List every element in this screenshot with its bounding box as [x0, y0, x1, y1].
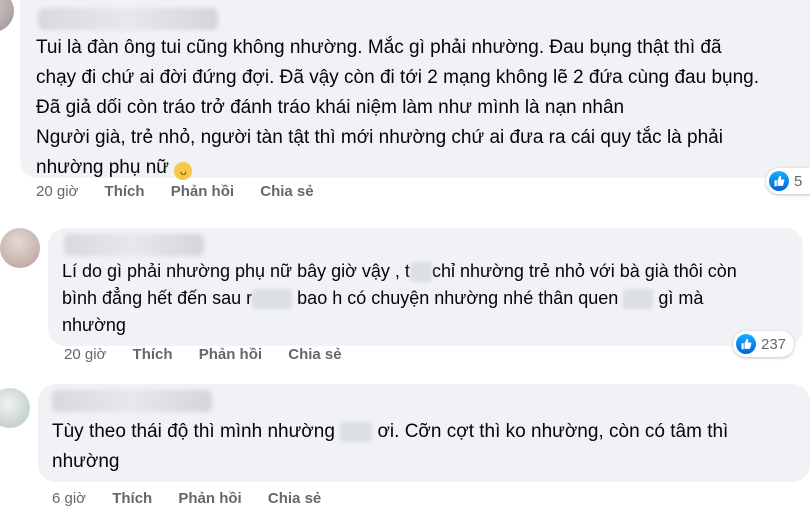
comment-2: Lí do gì phải nhường phụ nữ bây giờ vậy … [0, 220, 810, 370]
redacted-word [409, 262, 432, 283]
comment-actions: 20 giờ Thích Phản hồi Chia sẻ [64, 346, 364, 363]
comment-text: Lí do gì phải nhường phụ nữ bây giờ vậy … [62, 261, 737, 335]
timestamp[interactable]: 20 giờ [36, 183, 78, 200]
reaction-count[interactable]: 237 [733, 331, 795, 357]
comment-3: Tùy theo thái độ thì mình nhường ơi. Cỡn… [0, 380, 810, 510]
author-name-redacted[interactable] [52, 390, 212, 412]
like-button[interactable]: Thích [133, 346, 173, 363]
comment-1: Tui là đàn ông tui cũng không nhường. Mắ… [0, 0, 810, 205]
comment-actions: 20 giờ Thích Phản hồi Chia sẻ [36, 183, 336, 200]
share-button[interactable]: Chia sẻ [288, 346, 341, 363]
like-button[interactable]: Thích [112, 490, 152, 507]
redacted-word [252, 289, 293, 310]
thumbs-up-icon [736, 334, 756, 354]
redacted-word [340, 421, 373, 442]
share-button[interactable]: Chia sẻ [268, 490, 321, 507]
timestamp[interactable]: 6 giờ [52, 490, 86, 507]
avatar[interactable] [0, 228, 40, 268]
reply-button[interactable]: Phản hồi [199, 346, 262, 363]
comment-text: Tùy theo thái độ thì mình nhường ơi. Cỡn… [52, 421, 729, 472]
reply-button[interactable]: Phản hồi [178, 490, 241, 507]
reply-button[interactable]: Phản hồi [171, 183, 234, 200]
redacted-word [623, 289, 654, 310]
author-name-redacted[interactable] [38, 8, 218, 30]
author-name-redacted[interactable] [64, 234, 204, 256]
avatar[interactable] [0, 0, 14, 32]
thumbs-up-icon [769, 171, 789, 191]
timestamp[interactable]: 20 giờ [64, 346, 106, 363]
share-button[interactable]: Chia sẻ [260, 183, 313, 200]
unamused-face-icon: ᴗ [174, 162, 193, 180]
avatar[interactable] [0, 388, 30, 428]
comment-text: Tui là đàn ông tui cũng không nhường. Mắ… [36, 37, 760, 180]
like-button[interactable]: Thích [105, 183, 145, 200]
reaction-count[interactable]: 5 [766, 168, 810, 194]
comment-actions: 6 giờ Thích Phản hồi Chia sẻ [52, 490, 343, 507]
